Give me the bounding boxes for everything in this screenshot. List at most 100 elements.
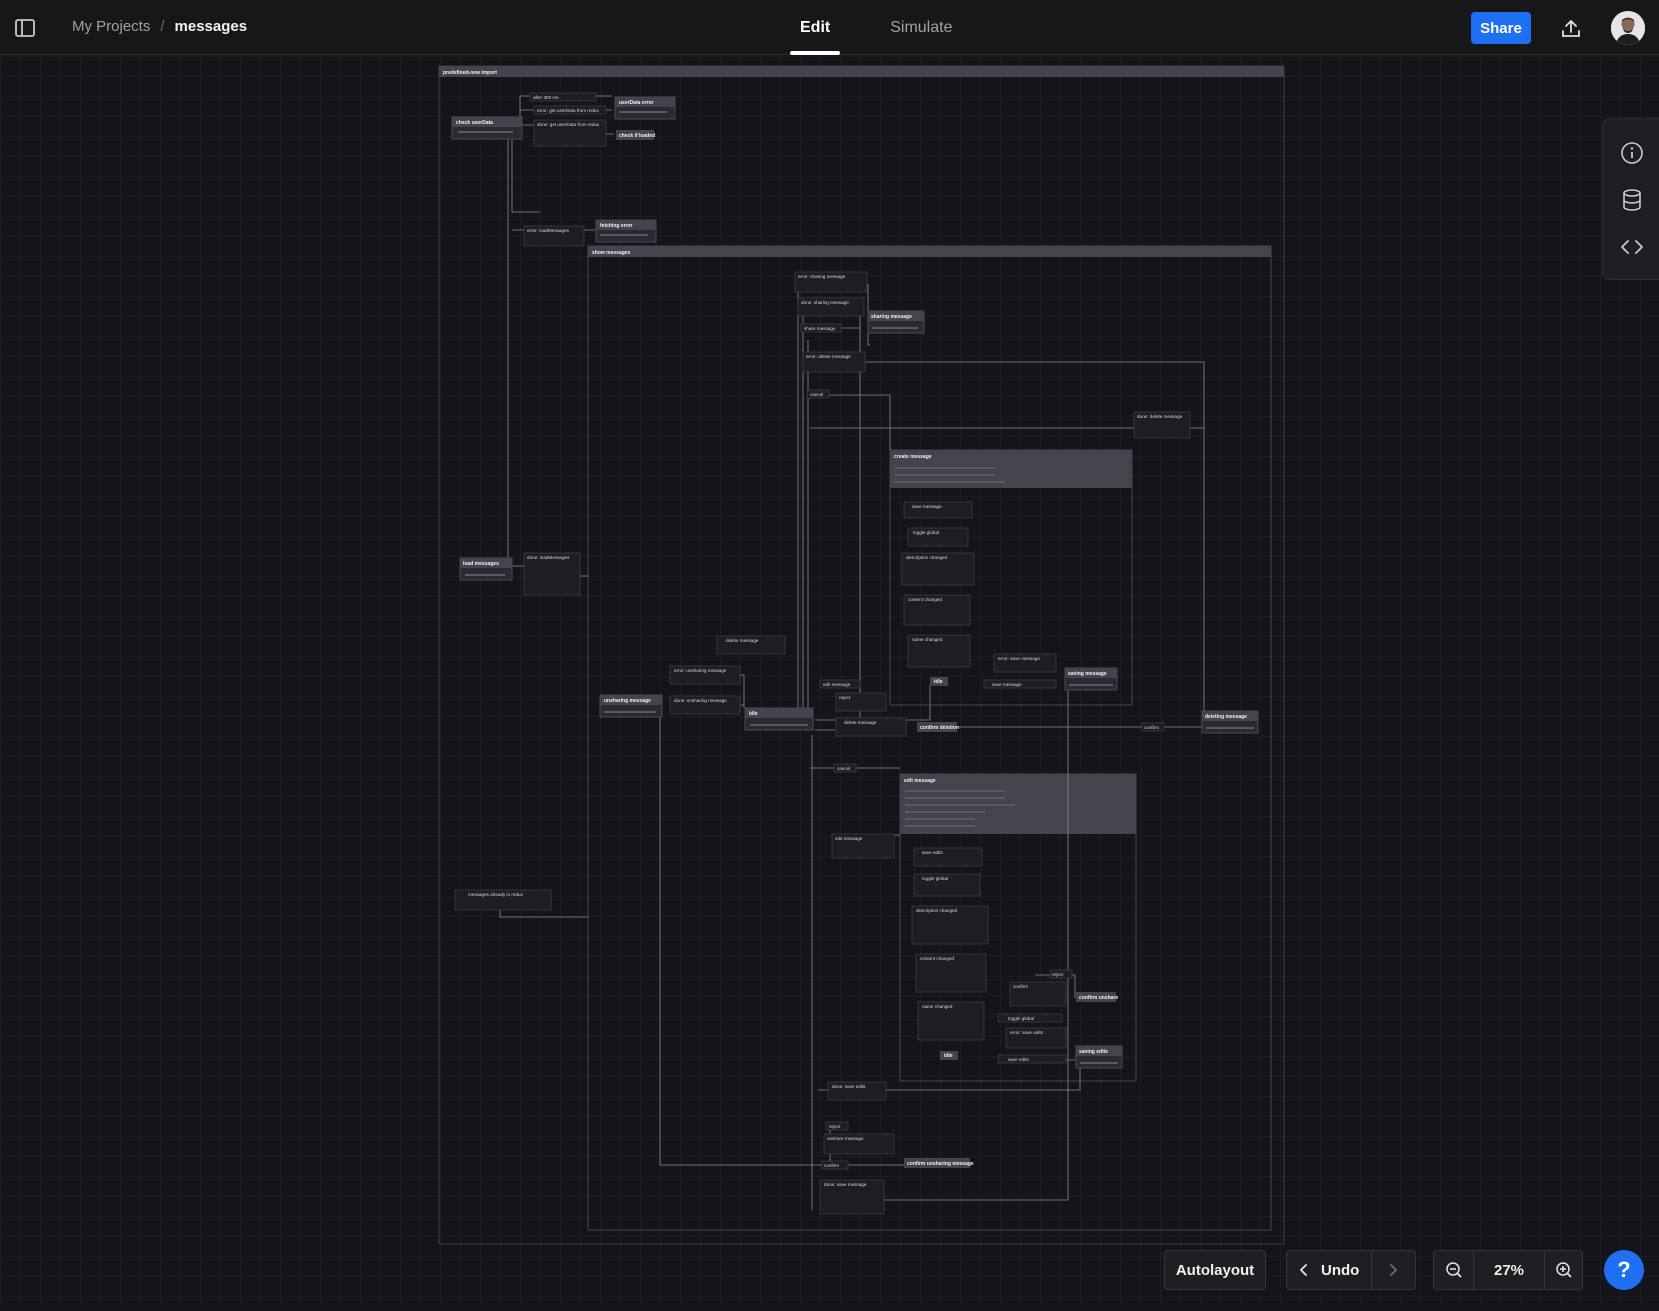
event-error-save-message[interactable]: error: save message (993, 653, 1057, 673)
event-delete-message[interactable]: delete message (716, 635, 786, 655)
state-fetching-error[interactable]: fetching error (595, 219, 657, 243)
state-label: load messages (463, 561, 499, 567)
state-confirm-deletion[interactable]: confirm deletion (917, 722, 959, 732)
event-done-save-edits[interactable]: done: save edits (827, 1081, 887, 1101)
right-tool-panel (1602, 118, 1659, 280)
event-error-get-userdata[interactable]: error: get userData from redux (533, 105, 607, 115)
event-cancel[interactable]: cancel (806, 389, 830, 399)
event-save-message-submit[interactable]: save message (983, 679, 1057, 689)
breadcrumb-my-projects[interactable]: My Projects (72, 18, 150, 35)
state-sharing-message[interactable]: sharing message (867, 310, 925, 334)
zoom-in-icon[interactable] (1544, 1251, 1582, 1289)
event-save-message[interactable]: save message (903, 501, 973, 519)
state-idle[interactable]: idle (744, 707, 814, 731)
event-edit-message-idle[interactable]: edit message (831, 833, 895, 859)
database-icon[interactable] (1620, 188, 1644, 212)
event-unshare-message[interactable]: unshare message (823, 1133, 895, 1155)
event-cancel-delete[interactable]: cancel (833, 763, 857, 773)
event-description-changed[interactable]: description changed (901, 552, 975, 586)
state-create-message-title: create message (894, 454, 932, 460)
event-edit-message[interactable]: edit message (819, 679, 861, 689)
event-done-delete[interactable]: done: delete message (1133, 411, 1191, 439)
event-confirm-delete[interactable]: confirm (1141, 722, 1165, 732)
state-deleting-message[interactable]: deleting message (1201, 710, 1259, 734)
undo-redo-group: Undo (1286, 1250, 1416, 1290)
breadcrumb-current-machine[interactable]: messages (175, 18, 248, 35)
info-icon[interactable] (1620, 141, 1644, 165)
svg-text:done: unsharing message: done: unsharing message (674, 698, 727, 703)
state-create-idle[interactable]: idle (930, 677, 948, 686)
event-done-unsharing[interactable]: done: unsharing message (669, 695, 741, 715)
state-saving-message[interactable]: saving message (1064, 667, 1118, 691)
help-button[interactable]: ? (1604, 1250, 1644, 1290)
svg-text:delete message: delete message (844, 720, 877, 725)
event-after-300ms[interactable]: after 300 ms (529, 92, 597, 102)
event-save-edits[interactable]: save edits (913, 847, 983, 867)
svg-text:done: get userData from redux: done: get userData from redux (537, 122, 600, 127)
svg-text:share message: share message (804, 326, 836, 331)
svg-text:reject: reject (1052, 972, 1064, 977)
state-unsharing-message[interactable]: unsharing message (599, 694, 663, 718)
event-error-unsharing[interactable]: error: unsharing message (669, 665, 741, 685)
svg-text:error: delete message: error: delete message (806, 354, 851, 359)
event-reject-edit[interactable]: reject (1049, 969, 1073, 979)
event-error-delete[interactable]: error: delete message (802, 351, 866, 373)
autolayout-button[interactable]: Autolayout (1164, 1250, 1266, 1290)
upload-icon[interactable] (1559, 17, 1583, 41)
chevron-left-icon[interactable] (1287, 1263, 1321, 1277)
state-userdata-error[interactable]: userData error (614, 96, 676, 120)
share-button[interactable]: Share (1471, 12, 1531, 44)
event-share-message[interactable]: share message (800, 323, 842, 333)
svg-text:toggle global: toggle global (1008, 1016, 1034, 1021)
event-confirm-unshare[interactable]: confirm (821, 1160, 849, 1170)
event-name-changed[interactable]: name changed (907, 634, 971, 668)
editor-canvas[interactable]: .sb { fill: #2a2b30; stroke: #4a4b52; st… (0, 56, 1659, 1306)
code-icon[interactable] (1620, 235, 1644, 259)
event-done-get-userdata[interactable]: done: get userData from redux (533, 119, 607, 147)
event-content-changed[interactable]: content changed (903, 594, 971, 626)
avatar[interactable] (1611, 11, 1645, 45)
svg-text:save message: save message (912, 504, 942, 509)
zoom-out-icon[interactable] (1434, 1251, 1474, 1289)
state-confirm-unshare[interactable]: confirm unshare (1076, 992, 1118, 1002)
event-toggle-global[interactable]: toggle global (907, 527, 969, 547)
event-reject[interactable]: reject (835, 692, 887, 712)
svg-text:reject: reject (839, 695, 851, 700)
event-save-edits-submit[interactable]: save edits (997, 1054, 1067, 1064)
zoom-controls: 27% (1433, 1250, 1583, 1290)
event-toggle-global-edit-2[interactable]: toggle global (997, 1013, 1063, 1023)
state-saving-edits[interactable]: saving edits (1075, 1045, 1123, 1069)
event-content-changed-edit[interactable]: content changed (915, 953, 987, 993)
state-show-messages-title: show messages (592, 250, 631, 256)
event-confirm-edit[interactable]: confirm (1009, 981, 1067, 1007)
event-delete-message-idle[interactable]: delete message (835, 717, 907, 737)
tab-simulate[interactable]: Simulate (880, 0, 962, 55)
state-confirm-unsharing-message[interactable]: confirm unsharing message (904, 1158, 974, 1168)
event-error-load-messages[interactable]: error: loadMessages (523, 225, 585, 247)
tab-edit[interactable]: Edit (790, 0, 841, 55)
event-reject-unshare[interactable]: reject (825, 1121, 849, 1131)
state-label: confirm unsharing message (907, 1161, 974, 1167)
state-load-messages[interactable]: load messages (459, 557, 513, 581)
state-check-userdata[interactable]: check userData (451, 116, 523, 140)
sidebar-toggle-icon[interactable] (14, 17, 36, 39)
event-done-load-messages[interactable]: done: loadMessages (523, 552, 581, 596)
event-done-save-message[interactable]: done: save message (819, 1179, 885, 1215)
state-check-if-loaded[interactable]: check if loaded (616, 130, 655, 140)
event-toggle-global-edit[interactable]: toggle global (913, 873, 981, 897)
event-messages-in-redux[interactable]: messages already in redux (454, 889, 552, 911)
event-name-changed-edit[interactable]: name changed (917, 1001, 985, 1041)
svg-text:edit message: edit message (835, 836, 863, 841)
event-error-save-edits[interactable]: error: save edits (1005, 1027, 1067, 1049)
event-description-changed-edit[interactable]: description changed (911, 905, 989, 945)
state-edit-idle[interactable]: idle (940, 1051, 958, 1060)
event-error-sharing[interactable]: error: sharing message (794, 271, 868, 293)
svg-text:toggle global: toggle global (922, 876, 948, 881)
chevron-right-icon[interactable] (1372, 1263, 1414, 1277)
zoom-level[interactable]: 27% (1474, 1251, 1544, 1289)
state-show-messages[interactable] (587, 245, 1272, 1231)
event-done-sharing[interactable]: done: sharing message (797, 297, 865, 317)
undo-button[interactable]: Undo (1321, 1262, 1371, 1279)
svg-text:name changed: name changed (912, 637, 943, 642)
svg-text:save message: save message (992, 682, 1022, 687)
